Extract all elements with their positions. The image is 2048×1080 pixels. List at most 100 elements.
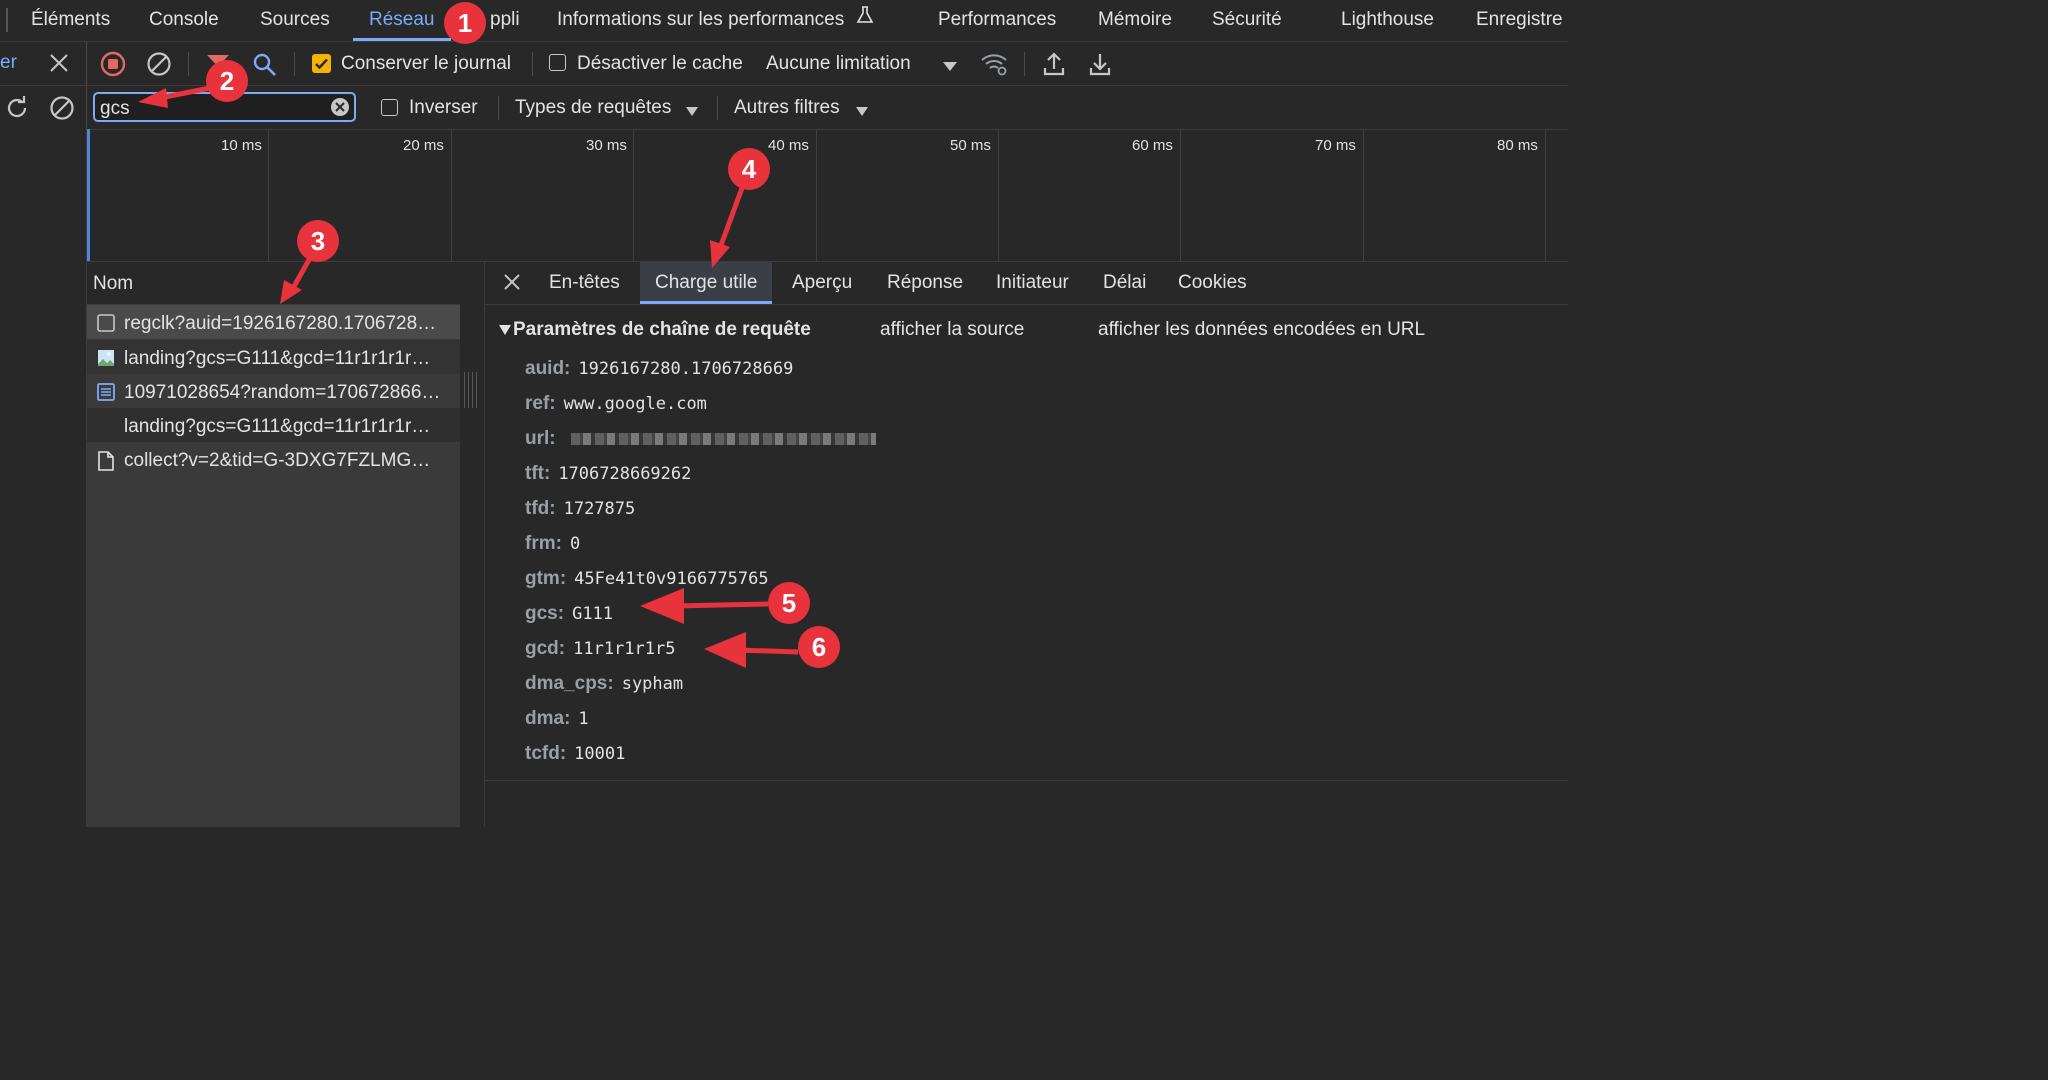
param-key: gtm:	[525, 568, 567, 589]
timeline-tick-label: 50 ms	[950, 137, 991, 154]
clear-icon[interactable]	[146, 51, 172, 83]
param-row: gcs: G111	[525, 603, 613, 625]
timeline-cursor[interactable]	[87, 129, 90, 261]
filter-input-value[interactable]: gcs	[100, 98, 130, 120]
param-value: 10001	[574, 744, 626, 764]
tab-preview[interactable]: Aperçu	[792, 262, 852, 304]
param-value: www.google.com	[563, 394, 707, 414]
param-row: tft: 1706728669262	[525, 463, 691, 485]
tab-headers[interactable]: En-têtes	[549, 262, 620, 304]
name-column-header[interactable]: Nom	[93, 273, 133, 295]
close-icon[interactable]	[502, 272, 522, 298]
tab-timing[interactable]: Délai	[1103, 262, 1146, 304]
annotation-badge: 1	[444, 2, 486, 44]
left-sidebar	[0, 129, 87, 827]
tab-performance[interactable]: Performances	[938, 0, 1056, 41]
request-list: regclk?auid=1926167280.1706728… landing?…	[87, 305, 460, 827]
payload-panel: Paramètres de chaîne de requête afficher…	[485, 305, 1568, 781]
throttling-select[interactable]: Aucune limitation	[766, 53, 911, 75]
toolbar-divider	[86, 42, 87, 85]
timeline-gridline	[268, 129, 269, 261]
request-name: 10971028654?random=170672866…	[124, 382, 441, 403]
param-value: sypham	[621, 674, 684, 694]
param-key: frm:	[525, 533, 562, 554]
tab-response[interactable]: Réponse	[887, 262, 963, 304]
param-row: ref: www.google.com	[525, 393, 707, 415]
annotation-badge: 3	[297, 220, 339, 262]
param-key: auid:	[525, 358, 571, 379]
request-types-dropdown[interactable]: Types de requêtes	[515, 97, 671, 119]
tab-application[interactable]: ppli	[490, 0, 520, 41]
chevron-down-icon[interactable]	[942, 56, 958, 78]
triangle-down-icon[interactable]	[499, 319, 511, 341]
tab-security[interactable]: Sécurité	[1212, 0, 1282, 41]
query-params-section-header[interactable]: Paramètres de chaîne de requête	[499, 319, 811, 341]
tab-payload[interactable]: Charge utile	[640, 262, 773, 304]
redacted-value	[570, 432, 876, 445]
tab-console[interactable]: Console	[149, 0, 219, 41]
view-source-link[interactable]: afficher la source	[880, 319, 1024, 341]
toolbar-divider	[717, 96, 718, 120]
timeline-gridline	[998, 129, 999, 261]
param-row: gcd: 11r1r1r1r5	[525, 638, 675, 660]
upload-icon[interactable]	[1042, 51, 1066, 83]
disable-cache-checkbox[interactable]	[549, 54, 566, 71]
toolbar-divider	[498, 96, 499, 120]
param-value: 0	[569, 534, 581, 554]
splitter-grip[interactable]	[464, 372, 478, 408]
panel-splitter[interactable]	[460, 262, 485, 827]
param-value: 45Fe41t0v9166775765	[574, 569, 769, 589]
image-icon	[97, 349, 115, 367]
left-panel-label[interactable]: er	[0, 52, 17, 74]
timeline-tick-label: 10 ms	[221, 137, 262, 154]
refresh-icon[interactable]	[4, 95, 30, 127]
request-name: landing?gcs=G111&gcd=11r1r1r1r…	[124, 416, 431, 437]
param-value: 1727875	[563, 499, 636, 519]
request-name: landing?gcs=G111&gcd=11r1r1r1r…	[124, 348, 431, 369]
request-row[interactable]: 10971028654?random=170672866…	[87, 374, 460, 408]
tab-performance-insights[interactable]: Informations sur les performances	[557, 0, 874, 41]
invert-checkbox[interactable]	[381, 99, 398, 116]
request-name: regclk?auid=1926167280.1706728…	[124, 313, 437, 334]
param-value: 1	[578, 709, 589, 729]
disable-cache-label[interactable]: Désactiver le cache	[577, 53, 743, 75]
tab-lighthouse[interactable]: Lighthouse	[1341, 0, 1434, 41]
search-icon[interactable]	[252, 52, 278, 84]
request-row[interactable]: landing?gcs=G111&gcd=11r1r1r1r…	[87, 340, 460, 374]
section-title: Paramètres de chaîne de requête	[513, 319, 811, 340]
view-url-encoded-link[interactable]: afficher les données encodées en URL	[1098, 319, 1425, 341]
request-row[interactable]: collect?v=2&tid=G-3DXG7FZLMG…	[87, 442, 460, 476]
timeline-tick-label: 80 ms	[1497, 137, 1538, 154]
tab-recorder[interactable]: Enregistre	[1476, 0, 1563, 41]
clear-icon[interactable]	[49, 95, 75, 127]
close-icon[interactable]	[48, 52, 70, 80]
timeline-tick-label: 30 ms	[586, 137, 627, 154]
request-row[interactable]: regclk?auid=1926167280.1706728…	[87, 305, 460, 339]
request-row[interactable]: landing?gcs=G111&gcd=11r1r1r1r…	[87, 408, 460, 442]
toolbar-divider	[86, 86, 87, 129]
timeline-gridline	[633, 129, 634, 261]
param-row: frm: 0	[525, 533, 580, 555]
tab-memory[interactable]: Mémoire	[1098, 0, 1172, 41]
tab-network[interactable]: Réseau	[353, 0, 450, 41]
param-value: 11r1r1r1r5	[573, 639, 676, 659]
tab-initiator[interactable]: Initiateur	[996, 262, 1069, 304]
chevron-down-icon[interactable]	[685, 101, 699, 123]
timeline-tick-label: 70 ms	[1315, 137, 1356, 154]
timeline-tick-label: 40 ms	[768, 137, 809, 154]
network-conditions-icon[interactable]	[980, 51, 1010, 83]
more-filters-dropdown[interactable]: Autres filtres	[734, 97, 840, 119]
param-row: tfd: 1727875	[525, 498, 635, 520]
download-icon[interactable]	[1088, 51, 1112, 83]
preserve-log-label[interactable]: Conserver le journal	[341, 53, 511, 75]
tab-elements[interactable]: Éléments	[31, 0, 110, 41]
invert-label[interactable]: Inverser	[409, 97, 478, 119]
preserve-log-checkbox[interactable]	[312, 54, 331, 79]
record-stop-icon[interactable]	[100, 51, 126, 83]
chevron-down-icon[interactable]	[855, 101, 869, 123]
tab-sources[interactable]: Sources	[260, 0, 330, 41]
file-icon	[97, 451, 115, 471]
tab-cookies[interactable]: Cookies	[1178, 262, 1247, 304]
flask-icon	[856, 0, 874, 40]
clear-filter-icon[interactable]	[330, 97, 350, 123]
